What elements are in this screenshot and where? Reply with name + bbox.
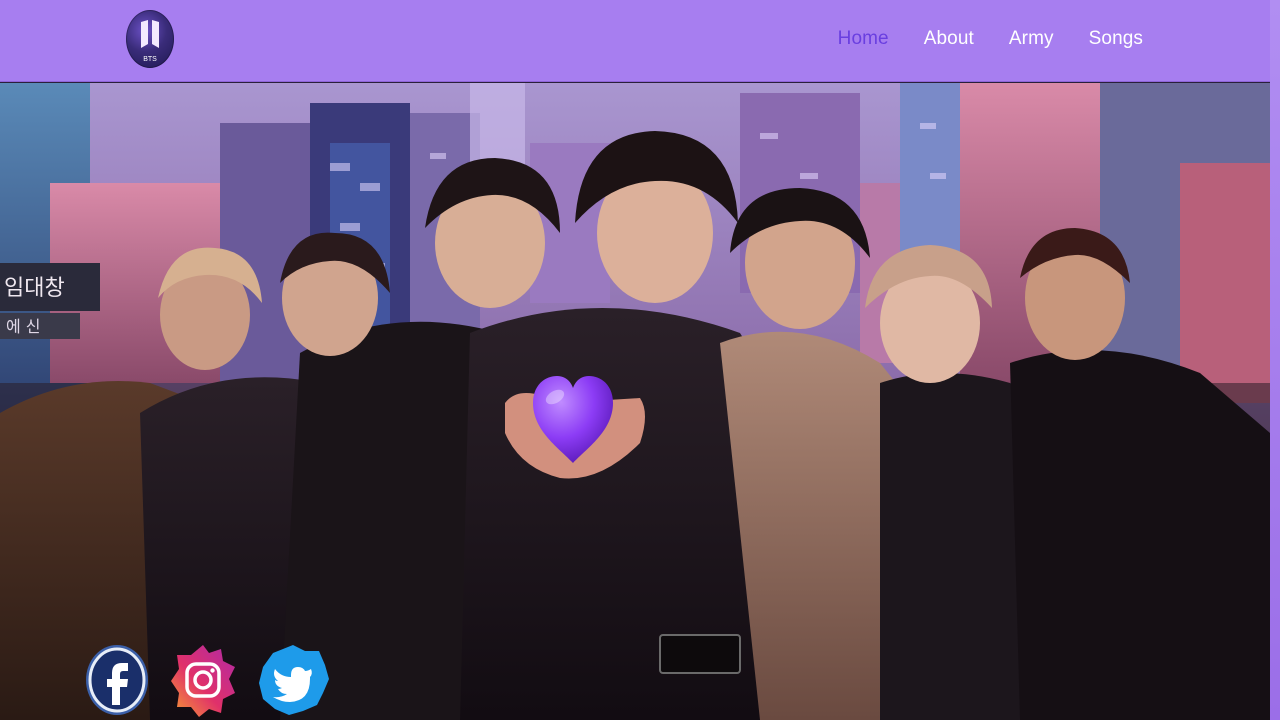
nav-about[interactable]: About	[924, 28, 974, 50]
page-scrollbar[interactable]	[1270, 0, 1280, 720]
navbar: BTS Home About Army Songs	[0, 0, 1280, 82]
hero-image: 임대창 에 신	[0, 83, 1270, 720]
bts-logo[interactable]: BTS	[126, 10, 174, 68]
instagram-icon	[171, 645, 235, 717]
nav-home[interactable]: Home	[838, 28, 889, 50]
facebook-link[interactable]	[83, 641, 151, 719]
hero-banner: 임대창 에 신	[0, 83, 1270, 720]
nav-army[interactable]: Army	[1009, 28, 1054, 50]
logo-text: BTS	[143, 56, 157, 63]
facebook-icon	[86, 645, 148, 715]
sign-text-1: 임대창	[4, 276, 65, 301]
twitter-link[interactable]	[255, 641, 329, 719]
twitter-icon	[259, 645, 329, 715]
social-links	[83, 641, 329, 719]
instagram-link[interactable]	[169, 641, 237, 719]
sign-text-2: 에 신	[6, 317, 41, 336]
main-nav: Home About Army Songs	[838, 28, 1143, 50]
purple-heart-icon[interactable]	[530, 373, 616, 465]
nav-songs[interactable]: Songs	[1089, 28, 1143, 50]
page: BTS Home About Army Songs 임대창 에 신	[0, 0, 1280, 720]
bts-logo-icon: BTS	[141, 20, 159, 63]
